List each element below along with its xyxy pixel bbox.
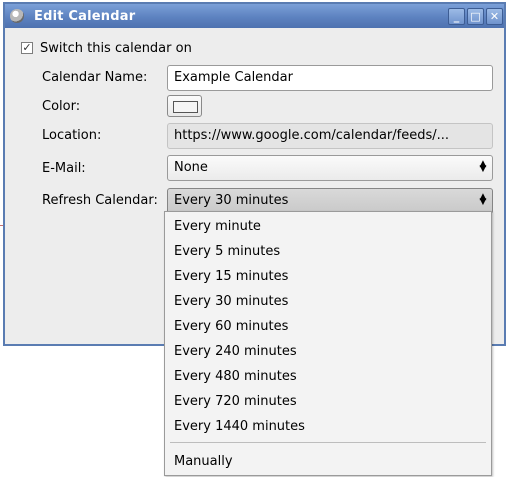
- updown-arrows-icon: ▲ ▼: [478, 193, 488, 207]
- color-label: Color:: [42, 99, 81, 114]
- email-select-value: None: [174, 160, 208, 175]
- arrow-down-icon: ▼: [479, 164, 487, 174]
- calendar-name-label: Calendar Name:: [42, 70, 148, 85]
- refresh-option-every-minute[interactable]: Every minute: [174, 219, 261, 234]
- close-button[interactable]: ✕: [486, 8, 503, 25]
- dropdown-separator: [170, 442, 486, 443]
- refresh-option-30-minutes[interactable]: Every 30 minutes: [174, 294, 288, 309]
- window-title: Edit Calendar: [34, 9, 136, 24]
- refresh-option-60-minutes[interactable]: Every 60 minutes: [174, 319, 288, 334]
- refresh-option-720-minutes[interactable]: Every 720 minutes: [174, 394, 297, 409]
- refresh-option-1440-minutes[interactable]: Every 1440 minutes: [174, 419, 305, 434]
- switch-calendar-label[interactable]: Switch this calendar on: [40, 41, 192, 56]
- refresh-select-value: Every 30 minutes: [174, 193, 289, 208]
- refresh-option-5-minutes[interactable]: Every 5 minutes: [174, 244, 280, 259]
- title-bar[interactable]: Edit Calendar _ □ ✕: [5, 4, 504, 28]
- minimize-button[interactable]: _: [448, 8, 465, 25]
- maximize-button[interactable]: □: [467, 8, 484, 25]
- refresh-options-dropdown: Every minute Every 5 minutes Every 15 mi…: [164, 211, 492, 476]
- arrow-down-icon: ▼: [479, 197, 487, 207]
- calendar-name-input[interactable]: Example Calendar: [167, 65, 493, 91]
- calendar-app-icon: [10, 9, 24, 23]
- refresh-option-240-minutes[interactable]: Every 240 minutes: [174, 344, 297, 359]
- color-swatch-icon: [173, 101, 198, 113]
- email-label: E-Mail:: [42, 161, 86, 176]
- location-label: Location:: [42, 128, 102, 143]
- screen: Edit Calendar _ □ ✕ ✓ Switch this calend…: [0, 0, 509, 477]
- refresh-option-480-minutes[interactable]: Every 480 minutes: [174, 369, 297, 384]
- refresh-option-manually[interactable]: Manually: [174, 454, 233, 469]
- email-select[interactable]: None ▲ ▼: [167, 155, 493, 181]
- refresh-calendar-label: Refresh Calendar:: [42, 193, 158, 208]
- location-field: https://www.google.com/calendar/feeds/..…: [167, 123, 493, 149]
- updown-arrows-icon: ▲ ▼: [478, 160, 488, 174]
- refresh-option-15-minutes[interactable]: Every 15 minutes: [174, 269, 288, 284]
- color-picker-button[interactable]: [167, 95, 202, 117]
- switch-calendar-checkbox[interactable]: ✓: [21, 42, 33, 54]
